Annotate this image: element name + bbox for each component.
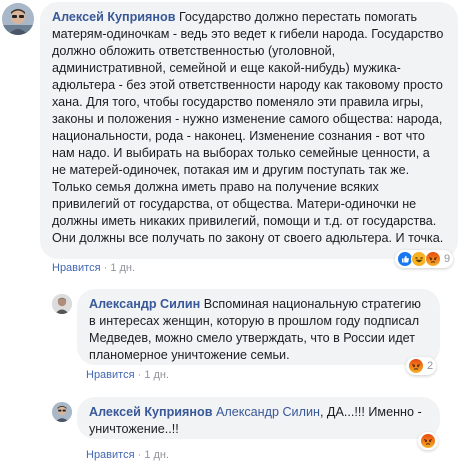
comment-bubble: Алексей Куприянов Александр Силин, ДА...…	[77, 397, 440, 439]
angry-reaction-icon	[425, 251, 441, 267]
comment-author[interactable]: Алексей Куприянов	[89, 405, 212, 419]
separator-dot: ·	[103, 262, 108, 274]
comment-author[interactable]: Алексей Куприянов	[52, 10, 175, 24]
angry-reaction-icon	[408, 358, 424, 374]
avatar-man-sunglasses-icon	[2, 3, 34, 35]
avatar-man-portrait-icon	[52, 294, 72, 314]
like-link[interactable]: Нравится	[86, 369, 135, 381]
reaction-count: 9	[444, 253, 451, 265]
separator-dot: ·	[137, 369, 142, 381]
reaction-count: 2	[427, 360, 434, 372]
reactions-summary[interactable]	[418, 432, 438, 450]
separator-dot: ·	[137, 449, 142, 461]
comment-timestamp[interactable]: 1 дн.	[144, 449, 169, 461]
avatar-man-sunglasses-icon	[52, 402, 72, 422]
comment-actions: Нравится · 1 дн.	[86, 449, 169, 461]
mention-link[interactable]: Александр Силин	[216, 405, 320, 419]
avatar[interactable]	[52, 294, 72, 314]
comment-text: Государство должно перестать помогать ма…	[52, 10, 444, 245]
angry-reaction-icon	[420, 433, 436, 449]
comment-timestamp[interactable]: 1 дн.	[144, 369, 169, 381]
reactions-summary[interactable]: 2	[406, 357, 437, 375]
comment-timestamp[interactable]: 1 дн.	[110, 262, 135, 274]
comment-bubble: Александр Силин Вспоминая национальную с…	[77, 289, 440, 365]
reactions-summary[interactable]: 9	[395, 250, 454, 268]
like-link[interactable]: Нравится	[86, 449, 135, 461]
avatar[interactable]	[52, 402, 72, 422]
comment-author[interactable]: Александр Силин	[89, 297, 200, 311]
avatar[interactable]	[2, 3, 34, 35]
comment-actions: Нравится · 1 дн.	[52, 262, 135, 274]
like-link[interactable]: Нравится	[52, 262, 101, 274]
comment-bubble: Алексей Куприянов Государство должно пер…	[40, 2, 458, 259]
comment-actions: Нравится · 1 дн.	[86, 369, 169, 381]
